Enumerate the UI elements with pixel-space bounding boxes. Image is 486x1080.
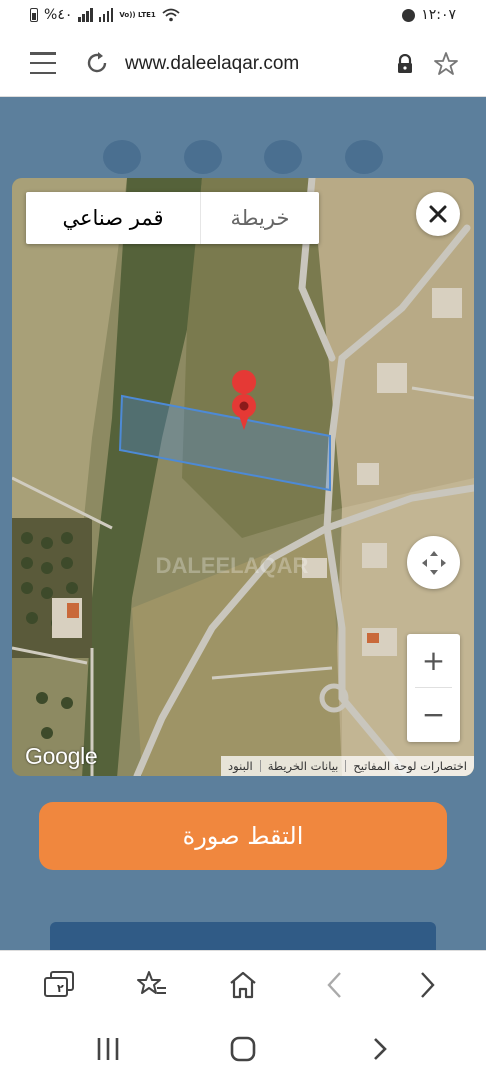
forward-button[interactable] [411, 969, 443, 1001]
home-button[interactable] [227, 969, 259, 1001]
capture-button[interactable]: التقط صورة [39, 802, 447, 870]
status-bar: %٤٠ Vo)) LTE1 ١٢:٠٧ [0, 0, 486, 32]
home-icon [230, 971, 256, 999]
move-arrows-icon [421, 550, 446, 575]
notification-icon [402, 8, 416, 22]
clock: ١٢:٠٧ [421, 7, 456, 23]
back-icon [327, 972, 341, 998]
signal-icon-2 [98, 8, 114, 22]
terms-link[interactable]: البنود [221, 759, 260, 773]
tabs-count: ٢ [57, 982, 64, 995]
home-nav-icon[interactable] [228, 1034, 258, 1064]
browser-address-bar: www.daleelaqar.com [0, 32, 486, 97]
step-dot [184, 140, 222, 174]
carrier-label: Vo)) LTE1 [119, 11, 156, 19]
keyboard-shortcuts-link[interactable]: اختصارات لوحة المفاتيح [346, 759, 474, 773]
recent-apps-icon[interactable] [93, 1034, 123, 1064]
battery-level: %٤٠ [44, 7, 73, 23]
bookmark-star-icon[interactable] [432, 50, 460, 78]
zoom-controls: + − [407, 634, 460, 742]
step-dot [264, 140, 302, 174]
forward-icon [421, 972, 435, 998]
tabs-button[interactable]: ٢ [43, 969, 75, 1001]
browser-toolbar: ٢ [0, 950, 486, 1021]
back-button[interactable] [319, 969, 351, 1001]
satellite-imagery[interactable]: DALEELAQAR [12, 178, 474, 776]
close-button[interactable] [416, 192, 460, 236]
step-dot [345, 140, 383, 174]
zoom-out-button[interactable]: − [407, 688, 460, 741]
map-view[interactable]: DALEELAQAR قمر صناعي خريطة + − Google ال… [12, 178, 474, 776]
bookmarks-icon [137, 971, 166, 994]
map-attribution: البنود بيانات الخريطة اختصارات لوحة المف… [221, 756, 474, 776]
close-icon [429, 205, 447, 223]
google-logo: Google [25, 743, 98, 769]
map-data-link[interactable]: بيانات الخريطة [261, 759, 346, 773]
system-nav-bar [0, 1020, 486, 1080]
step-dot [103, 140, 141, 174]
back-nav-icon[interactable] [365, 1034, 395, 1064]
reload-icon[interactable] [84, 50, 110, 76]
battery-icon [30, 8, 38, 22]
menu-icon[interactable] [30, 52, 56, 74]
bookmarks-button[interactable] [136, 969, 168, 1001]
tab-satellite[interactable]: قمر صناعي [26, 192, 200, 244]
tab-map[interactable]: خريطة [200, 192, 319, 244]
signal-icon [78, 8, 93, 22]
zoom-in-button[interactable]: + [407, 634, 460, 687]
lock-icon[interactable] [396, 54, 414, 74]
fullscreen-button[interactable] [407, 536, 460, 589]
next-section [50, 922, 436, 950]
url-text[interactable]: www.daleelaqar.com [125, 53, 299, 75]
wifi-icon [162, 8, 180, 22]
watermark: DALEELAQAR [156, 553, 309, 578]
map-type-switcher: قمر صناعي خريطة [26, 192, 319, 244]
